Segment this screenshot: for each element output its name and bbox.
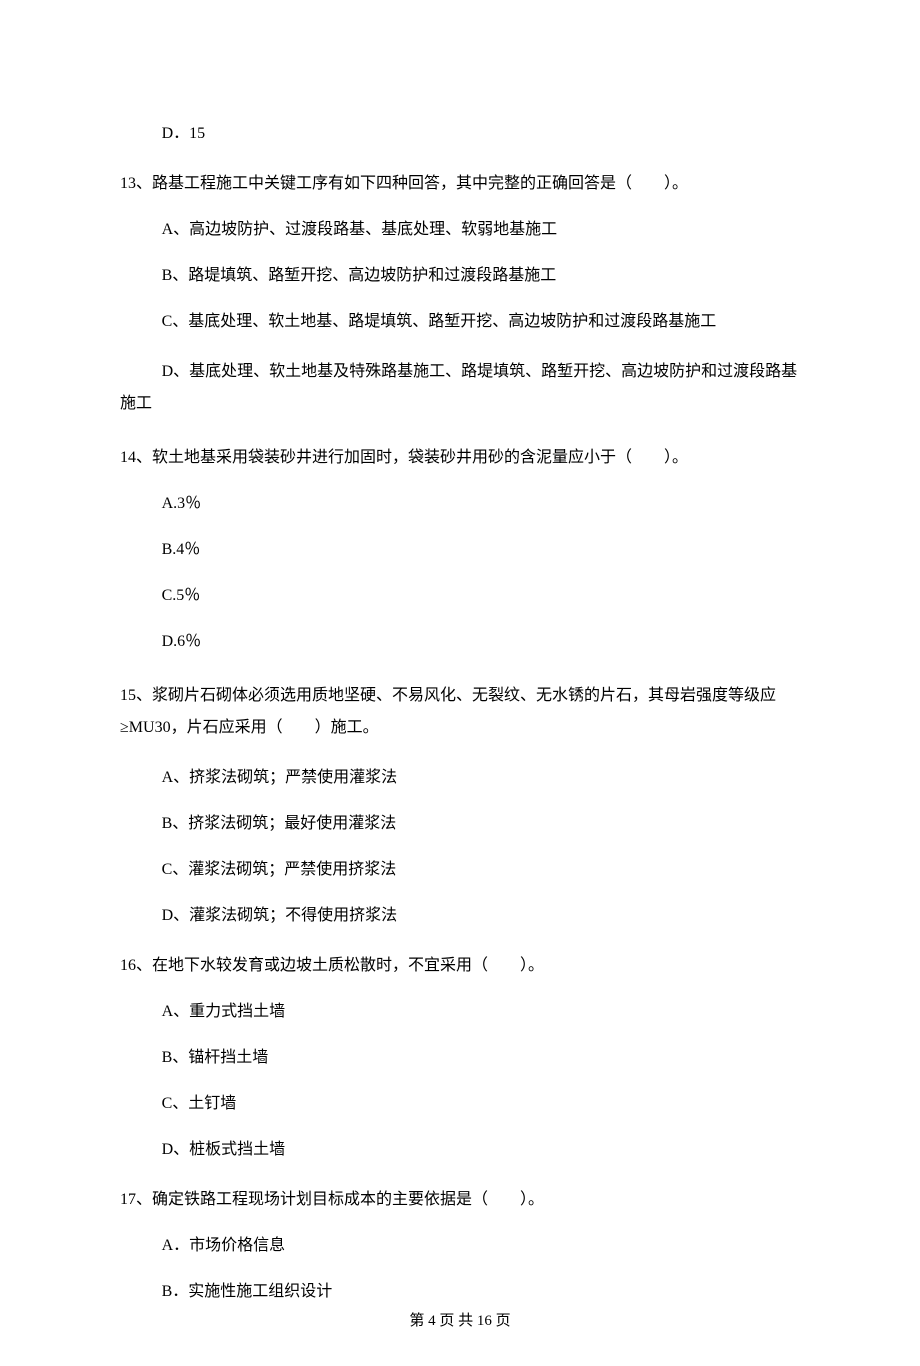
question-17-stem: 17、确定铁路工程现场计划目标成本的主要依据是（ ）。 [120,1188,800,1212]
question-13-option-c: C、基底处理、软土地基、路堤填筑、路堑开挖、高边坡防护和过渡段路基施工 [120,310,800,334]
prev-question-option-d: D．15 [120,122,800,146]
question-14-option-a: A.3％ [120,492,800,516]
question-13-option-a: A、高边坡防护、过渡段路基、基底处理、软弱地基施工 [120,218,800,242]
question-16-option-b: B、锚杆挡土墙 [120,1046,800,1070]
question-14-option-d: D.6％ [120,630,800,654]
question-16-stem: 16、在地下水较发育或边坡土质松散时，不宜采用（ ）。 [120,954,800,978]
question-17-option-b: B．实施性施工组织设计 [120,1280,800,1304]
question-17-option-a: A．市场价格信息 [120,1234,800,1258]
question-15-option-a: A、挤浆法砌筑；严禁使用灌浆法 [120,766,800,790]
question-16-option-c: C、土钉墙 [120,1092,800,1116]
page-footer: 第 4 页 共 16 页 [0,1310,920,1333]
question-13-option-d: D、基底处理、软土地基及特殊路基施工、路堤填筑、路堑开挖、高边坡防护和过渡段路基… [120,356,800,420]
question-15-option-c: C、灌浆法砌筑；严禁使用挤浆法 [120,858,800,882]
question-13-option-b: B、路堤填筑、路堑开挖、高边坡防护和过渡段路基施工 [120,264,800,288]
question-15-stem: 15、浆砌片石砌体必须选用质地坚硬、不易风化、无裂纹、无水锈的片石，其母岩强度等… [120,680,800,744]
document-page: D．15 13、路基工程施工中关键工序有如下四种回答，其中完整的正确回答是（ ）… [0,0,920,1366]
question-15-option-b: B、挤浆法砌筑；最好使用灌浆法 [120,812,800,836]
question-16-option-d: D、桩板式挡土墙 [120,1138,800,1162]
question-14-stem: 14、软土地基采用袋装砂井进行加固时，袋装砂井用砂的含泥量应小于（ ）。 [120,446,800,470]
question-14-option-b: B.4％ [120,538,800,562]
question-16-option-a: A、重力式挡土墙 [120,1000,800,1024]
question-13-stem: 13、路基工程施工中关键工序有如下四种回答，其中完整的正确回答是（ ）。 [120,172,800,196]
question-15-option-d: D、灌浆法砌筑；不得使用挤浆法 [120,904,800,928]
question-14-option-c: C.5％ [120,584,800,608]
